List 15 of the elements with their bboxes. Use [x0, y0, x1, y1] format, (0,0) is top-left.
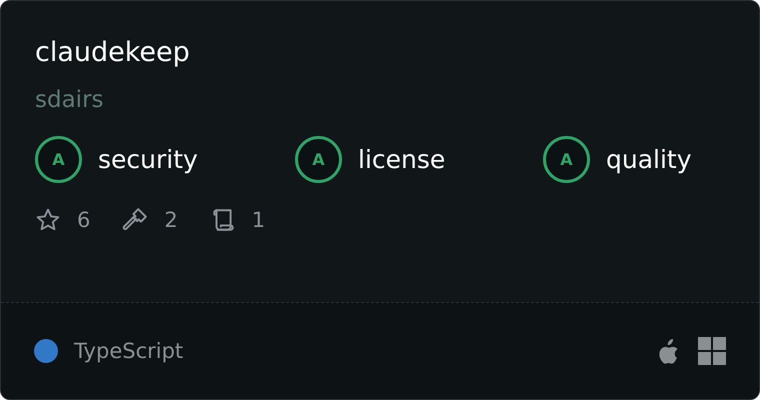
grade-badge: A: [35, 136, 82, 183]
repo-owner: sdairs: [35, 86, 105, 115]
repo-name: claudekeep: [35, 36, 191, 70]
language-name: TypeScript: [74, 339, 184, 363]
star-icon: [35, 207, 61, 233]
stat-count: 6: [77, 208, 90, 232]
hammer-icon: [122, 207, 148, 233]
windows-icon: [698, 337, 726, 365]
score-label: license: [358, 145, 446, 174]
score-label: quality: [606, 145, 692, 174]
stat-count: 1: [252, 208, 266, 232]
stat-count: 2: [164, 208, 178, 232]
score-label: security: [98, 145, 198, 174]
grade-badge: A: [543, 136, 590, 183]
grade-badge: A: [295, 136, 342, 183]
